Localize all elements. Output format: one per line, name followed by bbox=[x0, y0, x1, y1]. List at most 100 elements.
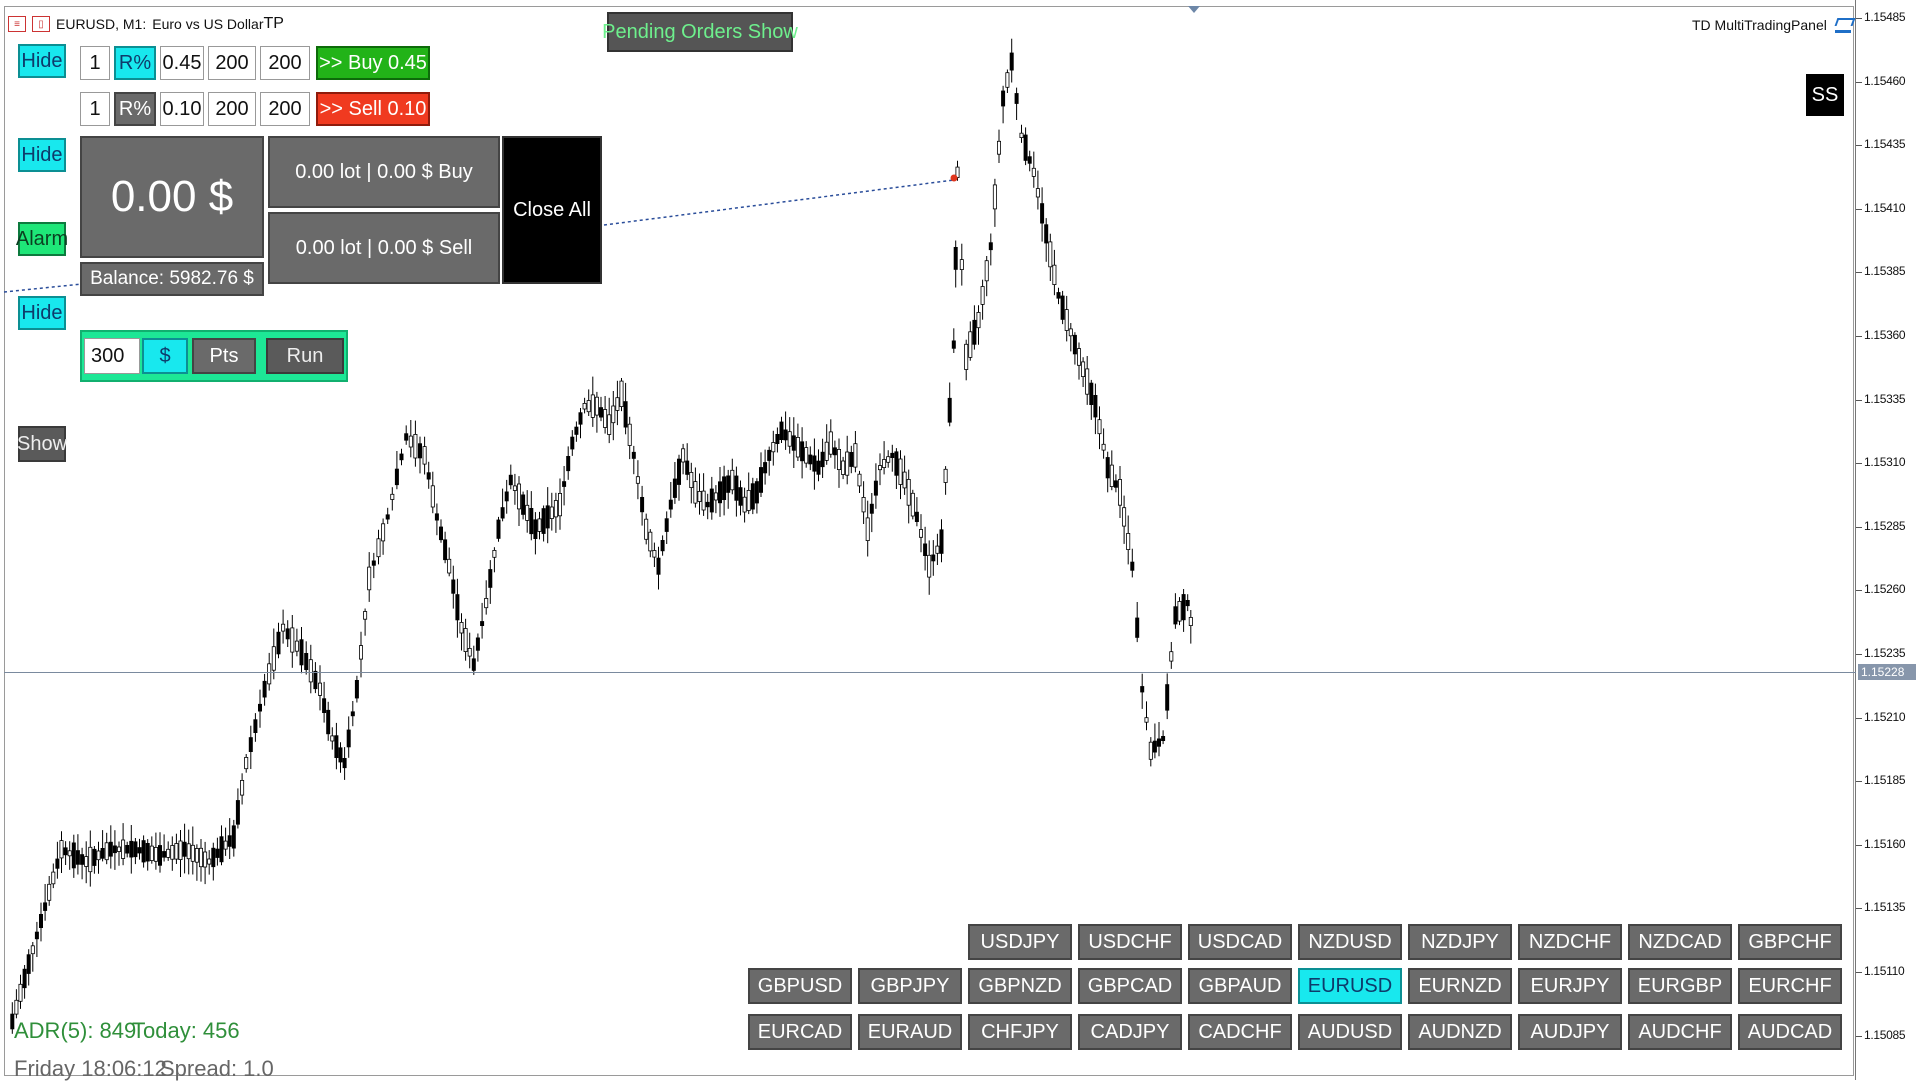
price-tick bbox=[1856, 399, 1862, 401]
candle-body bbox=[931, 554, 936, 562]
sell-lot-field[interactable]: 0.10 bbox=[160, 92, 204, 126]
screenshot-button[interactable]: SS bbox=[1806, 74, 1844, 116]
symbol-button-eurusd[interactable]: EURUSD bbox=[1298, 968, 1402, 1004]
candle-body bbox=[652, 550, 657, 558]
candle-body bbox=[1060, 295, 1065, 320]
chart-shift-marker[interactable] bbox=[1188, 6, 1200, 13]
buy-risk-mode-toggle[interactable]: R% bbox=[114, 46, 156, 80]
buy-sl-field[interactable]: 200 bbox=[208, 46, 256, 80]
candle-body bbox=[129, 840, 134, 858]
currency-mode-button[interactable]: $ bbox=[142, 338, 188, 374]
sell-multiplier-field[interactable]: 1 bbox=[80, 92, 110, 126]
pending-orders-button[interactable]: Pending Orders Show bbox=[602, 12, 798, 52]
chart-window-icon[interactable]: ▯ bbox=[32, 16, 50, 32]
candle-body bbox=[417, 443, 422, 459]
symbol-button-usdchf[interactable]: USDCHF bbox=[1078, 924, 1182, 960]
candle-body bbox=[1097, 419, 1102, 435]
buy-multiplier-field[interactable]: 1 bbox=[80, 46, 110, 80]
buy-lot-field[interactable]: 0.45 bbox=[160, 46, 204, 80]
candle-body bbox=[342, 758, 347, 769]
symbol-button-nzdjpy[interactable]: NZDJPY bbox=[1408, 924, 1512, 960]
buy-tp-field[interactable]: 200 bbox=[260, 46, 310, 80]
points-mode-button[interactable]: Pts bbox=[192, 338, 256, 374]
tp-marker: TP bbox=[263, 15, 284, 32]
symbol-button-chfjpy[interactable]: CHFJPY bbox=[968, 1014, 1072, 1050]
symbol-button-audnzd[interactable]: AUDNZD bbox=[1408, 1014, 1512, 1050]
candle-body bbox=[281, 623, 286, 632]
candle-body bbox=[262, 680, 267, 698]
candle-body bbox=[1152, 740, 1157, 753]
current-price-label: 1.15228 bbox=[1858, 664, 1916, 680]
symbol-button-eurcad[interactable]: EURCAD bbox=[748, 1014, 852, 1050]
sell-sl-field[interactable]: 200 bbox=[208, 92, 256, 126]
candle-body bbox=[399, 453, 404, 461]
candle-body bbox=[664, 518, 669, 532]
candle-body bbox=[660, 540, 665, 552]
sell-risk-mode-toggle[interactable]: R% bbox=[114, 92, 156, 126]
candle-body bbox=[376, 538, 381, 558]
symbol-button-eurchf[interactable]: EURCHF bbox=[1738, 968, 1842, 1004]
candle-body bbox=[898, 458, 903, 485]
spread-stat: Spread: 1.0 bbox=[160, 1056, 274, 1081]
symbol-button-usdjpy[interactable]: USDJPY bbox=[968, 924, 1072, 960]
candle-body bbox=[574, 426, 579, 435]
candle-body bbox=[730, 469, 735, 491]
symbol-button-euraud[interactable]: EURAUD bbox=[858, 1014, 962, 1050]
sell-button[interactable]: >> Sell 0.10 bbox=[316, 92, 430, 126]
symbol-button-audcad[interactable]: AUDCAD bbox=[1738, 1014, 1842, 1050]
candle-body bbox=[841, 460, 846, 475]
symbol-button-usdcad[interactable]: USDCAD bbox=[1188, 924, 1292, 960]
close-all-button[interactable]: Close All bbox=[502, 136, 602, 284]
candle-body bbox=[1188, 617, 1193, 627]
candle-body bbox=[157, 845, 162, 866]
symbol-button-nzdcad[interactable]: NZDCAD bbox=[1628, 924, 1732, 960]
candle-body bbox=[1105, 457, 1110, 479]
price-tick-label: 1.15185 bbox=[1864, 773, 1906, 788]
run-button[interactable]: Run bbox=[266, 338, 344, 374]
candle-body bbox=[227, 835, 232, 847]
symbol-button-gbpusd[interactable]: GBPUSD bbox=[748, 968, 852, 1004]
symbol-button-audusd[interactable]: AUDUSD bbox=[1298, 1014, 1402, 1050]
candle-body bbox=[775, 433, 780, 444]
symbol-button-gbpaud[interactable]: GBPAUD bbox=[1188, 968, 1292, 1004]
price-tick-label: 1.15385 bbox=[1864, 264, 1906, 279]
candle-body bbox=[726, 475, 731, 493]
hide-button-1[interactable]: Hide bbox=[18, 44, 66, 78]
alarm-button[interactable]: Alarm bbox=[16, 222, 68, 256]
chart-menu-icon[interactable]: ≡ bbox=[8, 16, 26, 32]
candle-body bbox=[590, 394, 595, 418]
hide-button-2[interactable]: Hide bbox=[18, 138, 66, 172]
symbol-button-cadjpy[interactable]: CADJPY bbox=[1078, 1014, 1182, 1050]
target-value-input[interactable]: 300 bbox=[84, 338, 140, 374]
symbol-button-gbpnzd[interactable]: GBPNZD bbox=[968, 968, 1072, 1004]
candle-body bbox=[381, 523, 386, 542]
symbol-button-eurgbp[interactable]: EURGBP bbox=[1628, 968, 1732, 1004]
hide-button-3[interactable]: Hide bbox=[18, 296, 66, 330]
server-time: Friday 18:06:12 bbox=[14, 1056, 167, 1081]
candle-body bbox=[71, 842, 76, 869]
symbol-button-nzdchf[interactable]: NZDCHF bbox=[1518, 924, 1622, 960]
symbol-button-gbpjpy[interactable]: GBPJPY bbox=[858, 968, 962, 1004]
candle-body bbox=[404, 433, 409, 441]
candle-body bbox=[693, 481, 698, 504]
symbol-button-gbpcad[interactable]: GBPCAD bbox=[1078, 968, 1182, 1004]
candle-body bbox=[276, 631, 281, 655]
symbol-button-nzdusd[interactable]: NZDUSD bbox=[1298, 924, 1402, 960]
symbol-button-audjpy[interactable]: AUDJPY bbox=[1518, 1014, 1622, 1050]
candle-body bbox=[1148, 741, 1153, 760]
current-price-line bbox=[4, 672, 1856, 673]
buy-button[interactable]: >> Buy 0.45 bbox=[316, 46, 430, 80]
candle-body bbox=[1126, 533, 1131, 551]
sell-tp-field[interactable]: 200 bbox=[260, 92, 310, 126]
candle-body bbox=[488, 569, 493, 588]
candle-body bbox=[615, 397, 620, 411]
candle-body bbox=[322, 698, 327, 714]
symbol-button-gbpchf[interactable]: GBPCHF bbox=[1738, 924, 1842, 960]
symbol-button-audchf[interactable]: AUDCHF bbox=[1628, 1014, 1732, 1050]
symbol-button-eurnzd[interactable]: EURNZD bbox=[1408, 968, 1512, 1004]
show-button[interactable]: Show bbox=[17, 426, 67, 462]
symbol-button-eurjpy[interactable]: EURJPY bbox=[1518, 968, 1622, 1004]
symbol-button-cadchf[interactable]: CADCHF bbox=[1188, 1014, 1292, 1050]
candle-body bbox=[783, 429, 788, 441]
candle-body bbox=[248, 737, 253, 752]
